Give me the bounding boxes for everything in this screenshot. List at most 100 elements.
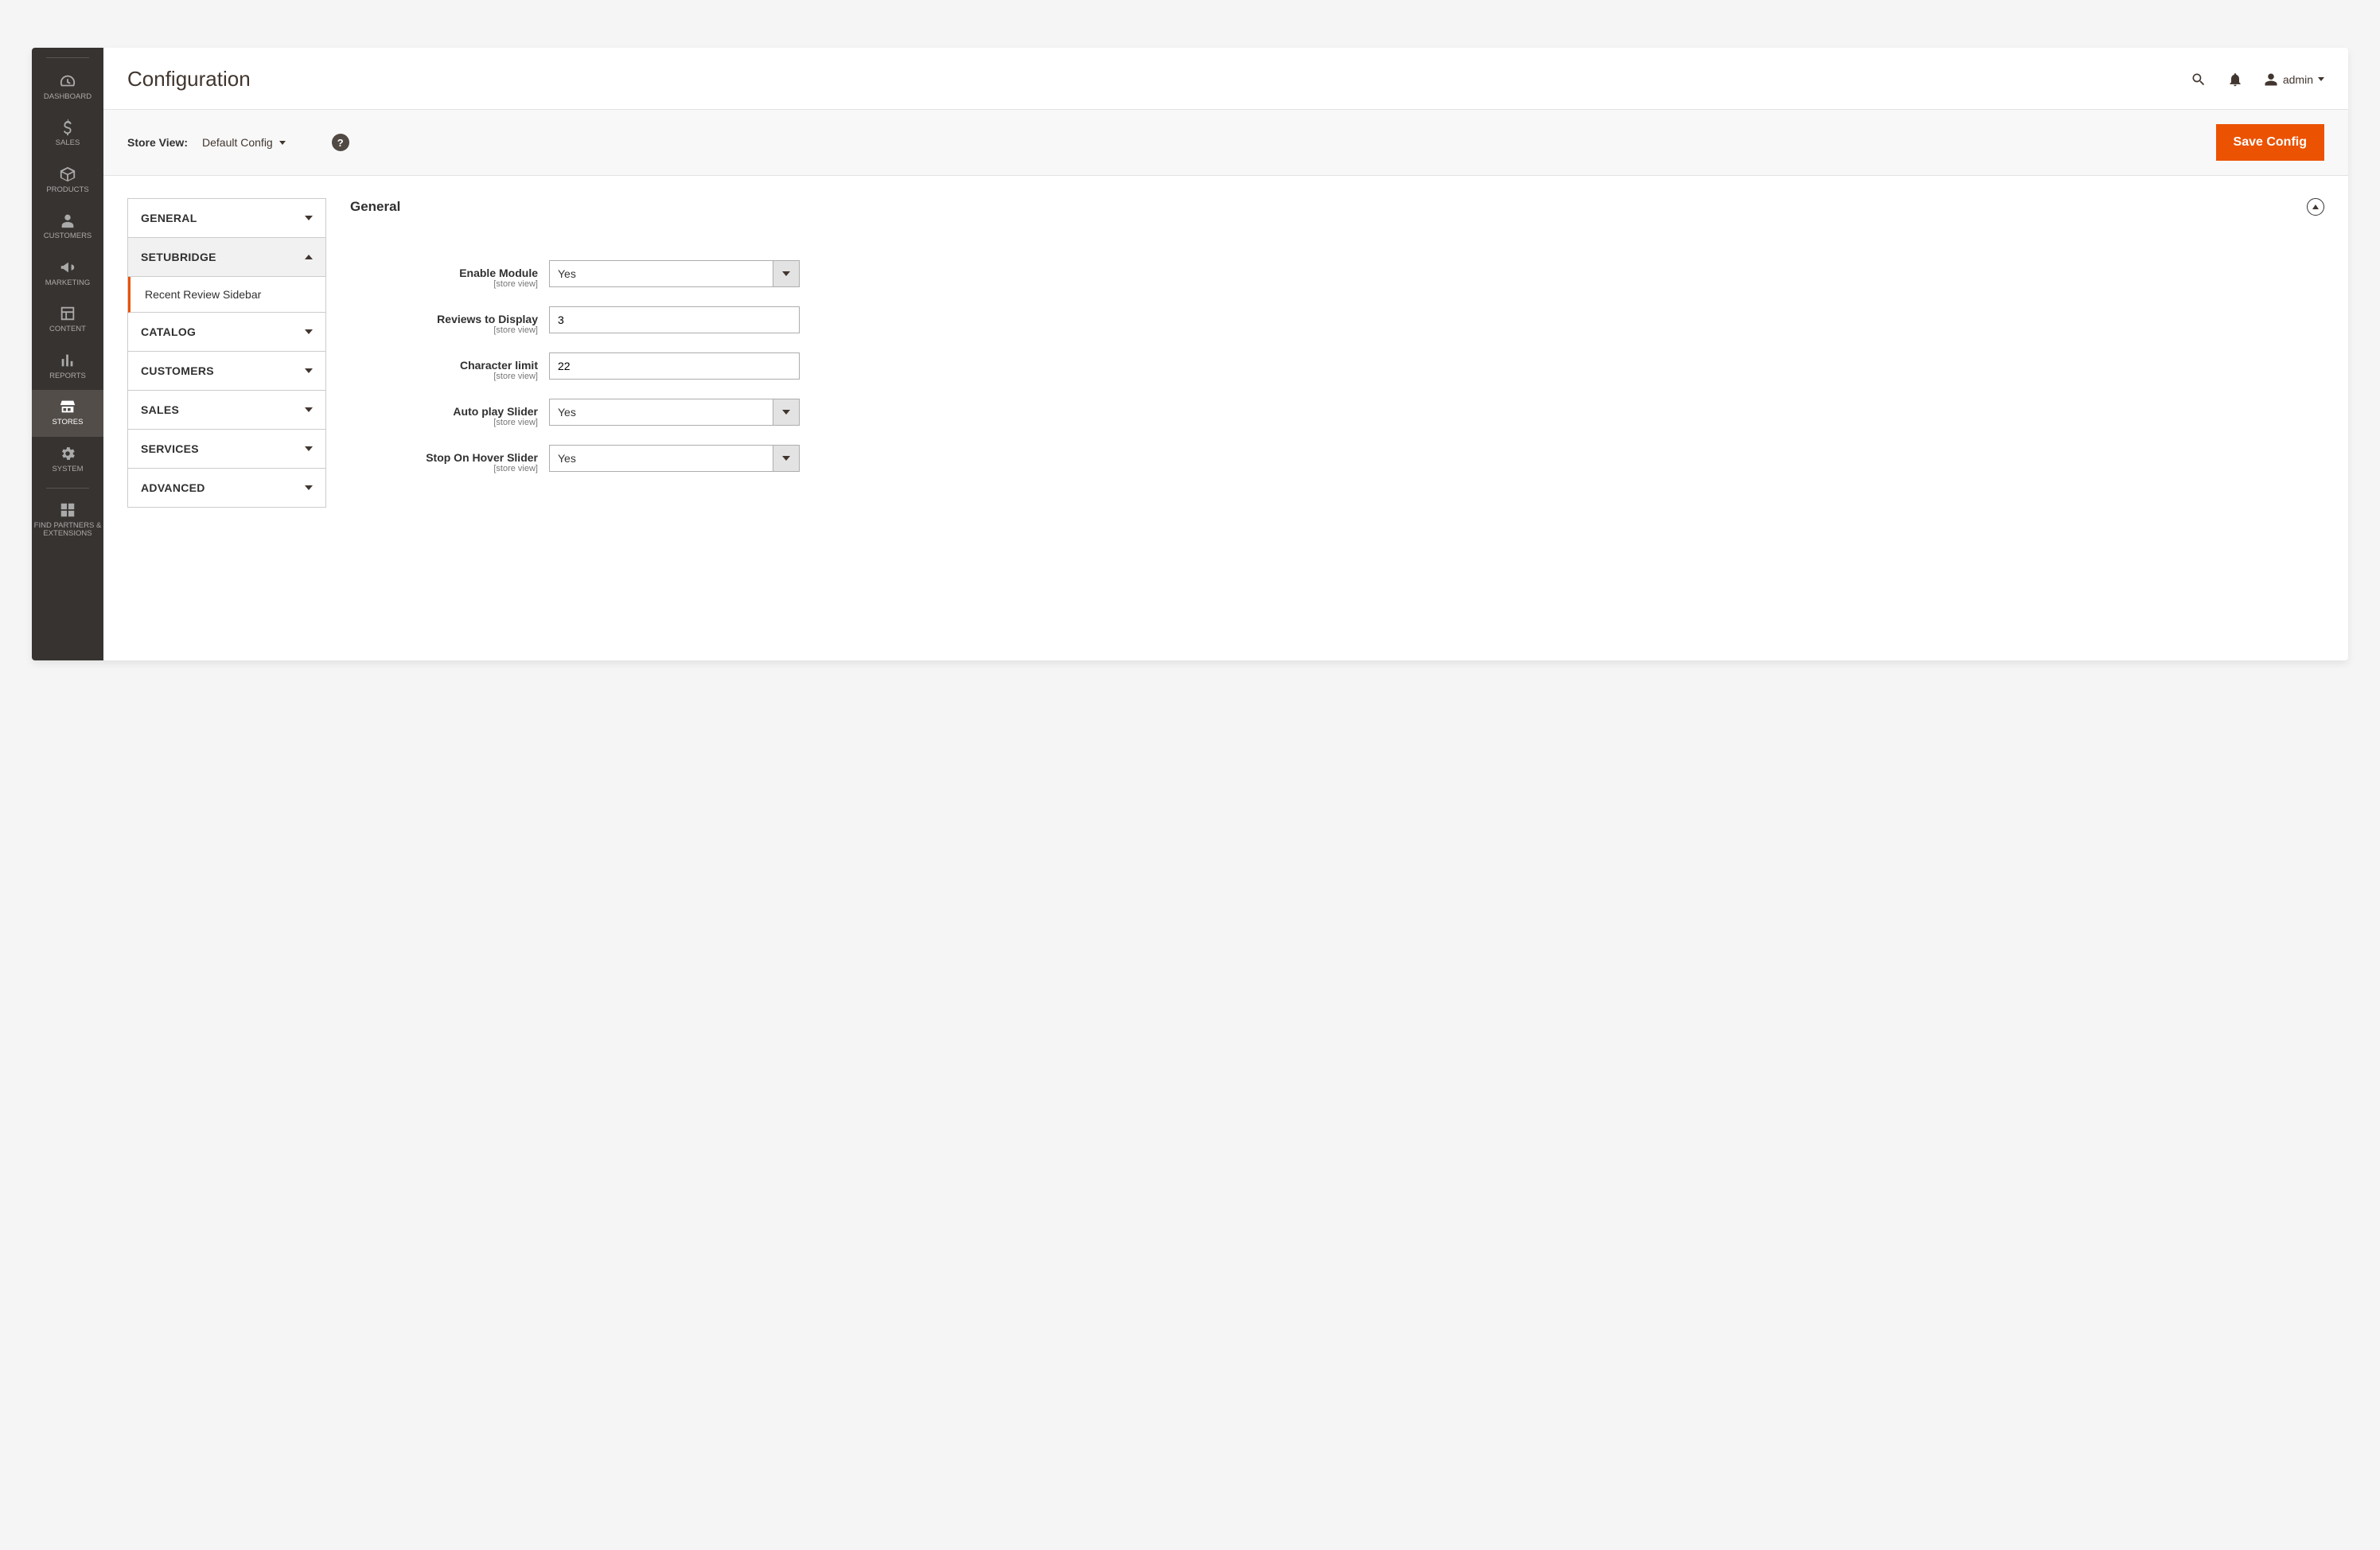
config-nav-label: GENERAL [141,212,197,224]
config-nav-label: SETUBRIDGE [141,251,216,263]
caret-down-icon [782,271,790,276]
sidenav-item-marketing[interactable]: MARKETING [32,251,103,297]
layout-icon [59,305,76,322]
config-nav-label: SALES [141,403,179,416]
field-scope: [store view] [350,279,538,289]
config-nav-advanced[interactable]: ADVANCED [128,469,325,507]
dollar-icon [59,119,76,136]
sidenav-item-reports[interactable]: REPORTS [32,344,103,390]
sidenav: DASHBOARD SALES PRODUCTS CUSTOMERS MARKETING… [32,48,103,660]
user-menu[interactable]: admin [2264,72,2324,87]
blocks-icon [59,501,76,519]
sidenav-item-products[interactable]: PRODUCTS [32,158,103,204]
gauge-icon [59,72,76,90]
select-value: Yes [549,260,773,287]
chevron-up-icon [305,255,313,259]
sidenav-label: REPORTS [49,372,86,380]
sidenav-label: MARKETING [45,279,90,287]
sidenav-item-find-partners-extensions[interactable]: FIND PARTNERS & EXTENSIONS [32,493,103,548]
field-scope: [store view] [350,418,538,427]
bell-icon[interactable] [2227,72,2243,88]
caret-down-icon [279,141,286,145]
field-row-stop-on-hover-slider: Stop On Hover Slider[store view]Yes [350,445,2324,473]
field-row-enable-module: Enable Module[store view] Yes [350,260,2324,289]
search-icon[interactable] [2191,72,2207,88]
sidenav-label: DASHBOARD [44,93,92,101]
sidenav-item-customers[interactable]: CUSTOMERS [32,204,103,250]
select-stop-on-hover-slider[interactable]: Yes [549,445,800,472]
field-row-reviews-to-display: Reviews to Display[store view] [350,306,2324,335]
select-value: Yes [549,399,773,426]
person-icon [59,212,76,229]
select-enable-module[interactable]: Yes [549,260,800,287]
sidenav-label: PRODUCTS [46,186,88,194]
select-value: Yes [549,445,773,472]
select-toggle[interactable] [773,260,800,287]
field-label: Enable Module [350,267,538,279]
config-nav: GENERAL SETUBRIDGE Recent Review Sidebar CA… [127,198,326,508]
chevron-down-icon [305,368,313,373]
section-title: General [350,199,400,215]
sidenav-label: STORES [53,419,84,426]
chevron-down-icon [305,216,313,220]
config-nav-label: CATALOG [141,325,196,338]
sidenav-label: FIND PARTNERS & EXTENSIONS [33,522,102,539]
sidenav-label: SALES [56,139,80,147]
sidenav-label: CONTENT [49,325,86,333]
input-reviews-to-display[interactable] [549,306,800,333]
scope-switcher[interactable]: Default Config [202,136,286,149]
chevron-down-icon [305,329,313,334]
field-row-character-limit: Character limit[store view] [350,352,2324,381]
config-nav-customers[interactable]: CUSTOMERS [128,352,325,391]
config-nav-catalog[interactable]: CATALOG [128,313,325,352]
user-icon [2264,72,2278,87]
config-main: General Enable Module[store view]YesRevi… [350,198,2324,491]
field-label: Character limit [350,359,538,372]
sidenav-label: SYSTEM [52,465,83,473]
select-toggle[interactable] [773,399,800,426]
config-nav-services[interactable]: SERVICES [128,430,325,469]
field-label: Auto play Slider [350,405,538,418]
field-scope: [store view] [350,372,538,381]
save-button[interactable]: Save Config [2216,124,2324,161]
config-nav-label: SERVICES [141,442,199,455]
box-icon [59,166,76,183]
store-icon [59,398,76,415]
chevron-down-icon [305,446,313,451]
sidenav-divider [46,57,89,58]
caret-down-icon [782,456,790,461]
page-title: Configuration [127,67,2191,92]
config-nav-general[interactable]: GENERAL [128,199,325,238]
field-label: Stop On Hover Slider [350,451,538,464]
config-nav-sub-recent-review-sidebar[interactable]: Recent Review Sidebar [128,277,325,313]
bars-icon [59,352,76,369]
page-header: Configuration admin [103,48,2348,109]
config-nav-label: ADVANCED [141,481,205,494]
sidenav-item-stores[interactable]: STORES [32,390,103,436]
chevron-down-icon [305,407,313,412]
sidenav-item-dashboard[interactable]: DASHBOARD [32,64,103,111]
input-character-limit[interactable] [549,352,800,380]
config-nav-label: CUSTOMERS [141,364,214,377]
help-icon[interactable]: ? [332,134,349,151]
sidenav-item-system[interactable]: SYSTEM [32,437,103,483]
caret-down-icon [2318,77,2324,81]
config-nav-setubridge[interactable]: SETUBRIDGE [128,238,325,277]
select-toggle[interactable] [773,445,800,472]
chevron-up-icon [2312,204,2319,209]
user-name: admin [2283,73,2313,86]
scope-value: Default Config [202,136,273,149]
collapse-toggle[interactable] [2307,198,2324,216]
select-auto-play-slider[interactable]: Yes [549,399,800,426]
scope-bar: Store View: Default Config ? Save Config [103,109,2348,176]
sidenav-item-content[interactable]: CONTENT [32,297,103,343]
config-nav-sales[interactable]: SALES [128,391,325,430]
megaphone-icon [59,259,76,276]
scope-label: Store View: [127,136,188,149]
sidenav-label: CUSTOMERS [44,232,92,240]
sidenav-item-sales[interactable]: SALES [32,111,103,157]
chevron-down-icon [305,485,313,490]
caret-down-icon [782,410,790,415]
sidenav-divider [46,488,89,489]
field-scope: [store view] [350,325,538,335]
